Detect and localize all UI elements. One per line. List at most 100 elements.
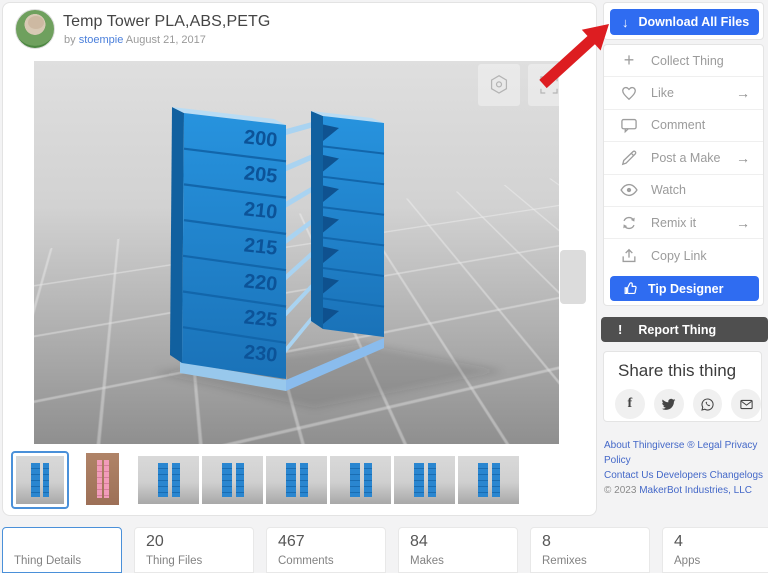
tab-count: 20 — [146, 533, 164, 550]
thumbnail-render[interactable] — [266, 456, 327, 504]
action-label: Watch — [651, 183, 686, 198]
comment-button[interactable]: Comment — [604, 110, 763, 143]
eye-icon — [619, 180, 639, 200]
footer-link-developers[interactable]: Developers — [656, 470, 707, 481]
thumbnail-render[interactable] — [330, 456, 391, 504]
tip-designer-label: Tip Designer — [648, 281, 724, 296]
thumbnail-render[interactable] — [458, 456, 519, 504]
tab-count: 467 — [278, 533, 305, 550]
share-twitter-button[interactable] — [653, 389, 684, 419]
tab-count: 4 — [674, 533, 683, 550]
action-label: Remix it — [651, 215, 697, 230]
copyright-company[interactable]: MakerBot Industries, LLC — [639, 485, 752, 496]
tab-comments[interactable]: 467 Comments — [266, 527, 386, 573]
action-label: Post a Make — [651, 150, 721, 165]
tab-count: 84 — [410, 533, 428, 550]
comment-icon — [619, 115, 639, 135]
email-icon — [739, 399, 753, 409]
tab-makes[interactable]: 84 Makes — [398, 527, 518, 573]
tab-label: Apps — [674, 555, 701, 567]
watch-button[interactable]: Watch — [604, 175, 763, 207]
footer-link-changelogs[interactable]: Changelogs — [710, 470, 763, 481]
tab-label: Comments — [278, 555, 334, 567]
download-label: Download All Files — [638, 15, 750, 29]
thumbnail-render[interactable] — [202, 456, 263, 504]
share-email-button[interactable] — [731, 389, 761, 419]
facebook-icon: f — [627, 396, 633, 411]
tab-count — [14, 533, 110, 553]
thumbnail-selected[interactable] — [11, 451, 69, 509]
download-all-files-button[interactable]: ↓ Download All Files — [610, 9, 759, 35]
byline-by: by — [64, 34, 76, 46]
tower-level-215: 215 — [243, 234, 278, 259]
page-title: Temp Tower PLA,ABS,PETG — [63, 13, 271, 30]
tab-thing-files[interactable]: 20 Thing Files — [134, 527, 254, 573]
remix-it-button[interactable]: Remix it → — [604, 207, 763, 240]
actions-card: + Collect Thing Like → Comment Post a Ma… — [603, 44, 764, 306]
twitter-icon — [661, 398, 676, 410]
whatsapp-icon — [701, 397, 714, 411]
byline: by stoempie August 21, 2017 — [64, 34, 206, 46]
view-3d-button[interactable] — [478, 64, 520, 106]
model-viewer[interactable]: 200 205 210 215 220 225 230 — [34, 61, 559, 444]
download-icon: ↓ — [622, 14, 629, 30]
tower-level-210: 210 — [243, 198, 278, 223]
tab-count: 8 — [542, 533, 551, 550]
thumbnail-photo[interactable] — [86, 453, 119, 505]
tip-designer-button[interactable]: Tip Designer — [610, 276, 759, 301]
tab-label: Thing Details — [14, 555, 82, 567]
tower-level-200: 200 — [243, 126, 278, 151]
footer-link-contact[interactable]: Contact Us — [604, 470, 653, 481]
tab-label: Thing Files — [146, 555, 203, 567]
tab-thing-details[interactable]: Thing Details — [2, 527, 122, 573]
share-card: Share this thing f — [603, 351, 762, 422]
fullscreen-button[interactable] — [528, 64, 559, 106]
like-button[interactable]: Like → — [604, 77, 763, 110]
post-a-make-button[interactable]: Post a Make → — [604, 142, 763, 175]
thumbnail-render[interactable] — [138, 456, 199, 504]
thing-tabs: Thing Details 20 Thing Files 467 Comment… — [2, 527, 768, 573]
upload-icon — [619, 246, 639, 266]
plus-icon: + — [623, 49, 635, 70]
thing-header: Temp Tower PLA,ABS,PETG by stoempie Augu… — [3, 3, 596, 59]
share-facebook-button[interactable]: f — [615, 389, 645, 419]
copy-link-button[interactable]: Copy Link — [604, 239, 763, 271]
chevron-right-icon: → — [736, 85, 750, 102]
tab-apps[interactable]: 4 Apps — [662, 527, 768, 573]
thumbnail-render[interactable] — [394, 456, 455, 504]
report-thing-label: Report Thing — [638, 322, 717, 337]
action-label: Comment — [651, 118, 706, 133]
temp-tower-render: 200 205 210 215 220 225 230 — [154, 107, 504, 408]
chevron-right-icon: → — [736, 214, 750, 231]
copyright-year: © 2023 — [604, 485, 637, 496]
share-whatsapp-button[interactable] — [692, 389, 723, 419]
tower-level-205: 205 — [243, 162, 278, 187]
report-thing-button[interactable]: ! Report Thing — [601, 317, 768, 342]
thingiverse-page: Temp Tower PLA,ABS,PETG by stoempie Augu… — [0, 0, 768, 573]
publish-date: August 21, 2017 — [125, 34, 206, 46]
remix-icon — [619, 213, 639, 233]
action-label: Collect Thing — [651, 53, 724, 68]
tower-level-220: 220 — [243, 270, 278, 295]
thumbs-up-icon — [624, 282, 637, 295]
tab-label: Makes — [410, 555, 444, 567]
pencil-icon — [619, 148, 639, 168]
chevron-right-icon: → — [736, 149, 750, 166]
exclamation-icon: ! — [618, 322, 623, 337]
avatar[interactable] — [15, 9, 55, 49]
expand-icon — [540, 76, 558, 94]
scrollbar-thumb[interactable] — [560, 250, 586, 304]
site-footer: About Thingiverse ® Legal Privacy Policy… — [604, 438, 766, 498]
footer-link-about[interactable]: About Thingiverse ® — [604, 440, 695, 451]
tab-label: Remixes — [542, 555, 587, 567]
action-label: Copy Link — [651, 248, 707, 263]
footer-link-legal[interactable]: Legal — [697, 440, 721, 451]
tab-remixes[interactable]: 8 Remixes — [530, 527, 650, 573]
download-card: ↓ Download All Files — [603, 2, 764, 40]
share-title: Share this thing — [618, 361, 737, 380]
hexagon-icon — [490, 74, 508, 94]
collect-thing-button[interactable]: + Collect Thing — [604, 45, 763, 78]
author-link[interactable]: stoempie — [79, 34, 124, 46]
heart-icon — [619, 83, 639, 103]
tower-level-225: 225 — [243, 306, 278, 331]
